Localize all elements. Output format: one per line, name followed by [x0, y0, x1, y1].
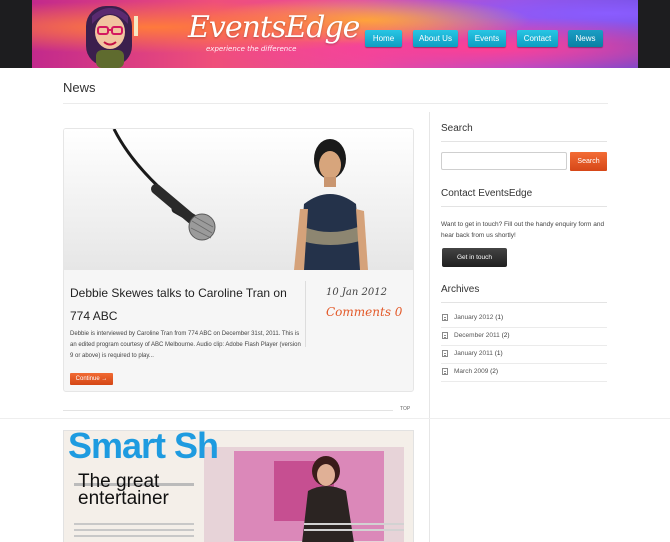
archive-item: December 2011 (2) — [441, 328, 607, 346]
search-button[interactable]: Search — [570, 152, 607, 171]
archive-link[interactable]: March 2009 — [454, 368, 488, 375]
sidebar-rule — [441, 302, 607, 303]
archive-link[interactable]: January 2011 — [454, 350, 493, 357]
nav-home[interactable]: Home — [365, 30, 402, 47]
post-meta-divider — [305, 281, 306, 347]
archive-count: (2) — [488, 368, 499, 375]
archive-count: (1) — [492, 350, 503, 357]
document-icon — [442, 332, 448, 339]
search-input[interactable] — [441, 152, 567, 170]
article-headline: The great entertainer — [78, 471, 169, 509]
site-tagline: experience the difference — [206, 45, 297, 53]
archive-item: January 2012 (1) — [441, 310, 607, 328]
post-card: Smart Sh The great entertainer — [63, 430, 414, 542]
post-comments-link[interactable]: Comments 0 — [326, 305, 406, 319]
post-excerpt: Debbie is interviewed by Caroline Tran f… — [70, 331, 301, 359]
archive-link[interactable]: January 2012 — [454, 314, 493, 321]
contact-heading: Contact EventsEdge — [441, 188, 533, 199]
archive-item: January 2011 (1) — [441, 346, 607, 364]
post-divider — [63, 410, 393, 411]
article-headline-masthead: Smart Sh — [68, 430, 219, 466]
archive-count: (2) — [499, 332, 510, 339]
nav-about-us[interactable]: About Us — [413, 30, 458, 47]
page-title: News — [63, 80, 96, 95]
site-logo[interactable]: EventsEdge — [188, 10, 360, 45]
nav-events[interactable]: Events — [468, 30, 506, 47]
post-date: 10 Jan 2012 — [326, 287, 387, 298]
site-header: EventsEdge experience the difference Hom… — [0, 0, 670, 68]
nav-news[interactable]: News — [568, 30, 603, 47]
sidebar-rule — [441, 206, 607, 207]
contact-description: Want to get in touch? Fill out the handy… — [441, 221, 605, 239]
back-to-top-link[interactable]: TOP — [400, 406, 410, 412]
archive-count: (1) — [493, 314, 504, 321]
title-divider — [63, 103, 608, 104]
document-icon — [442, 368, 448, 375]
continue-button[interactable]: Continue → — [70, 373, 113, 385]
archive-link[interactable]: December 2011 — [454, 332, 500, 339]
document-icon — [442, 350, 448, 357]
section-divider — [0, 418, 670, 419]
post-title-link[interactable]: Debbie Skewes talks to Caroline Tran on … — [70, 282, 300, 328]
post-featured-image[interactable] — [64, 129, 414, 270]
get-in-touch-button[interactable]: Get in touch — [442, 248, 507, 267]
post-card: Debbie Skewes talks to Caroline Tran on … — [63, 128, 414, 392]
mascot-avatar-image — [86, 6, 138, 68]
archives-heading: Archives — [441, 284, 480, 295]
sidebar-divider — [429, 112, 430, 542]
document-icon — [442, 314, 448, 321]
nav-contact[interactable]: Contact — [517, 30, 558, 47]
search-heading: Search — [441, 123, 473, 134]
sidebar-rule — [441, 141, 607, 142]
archive-item: March 2009 (2) — [441, 364, 607, 382]
